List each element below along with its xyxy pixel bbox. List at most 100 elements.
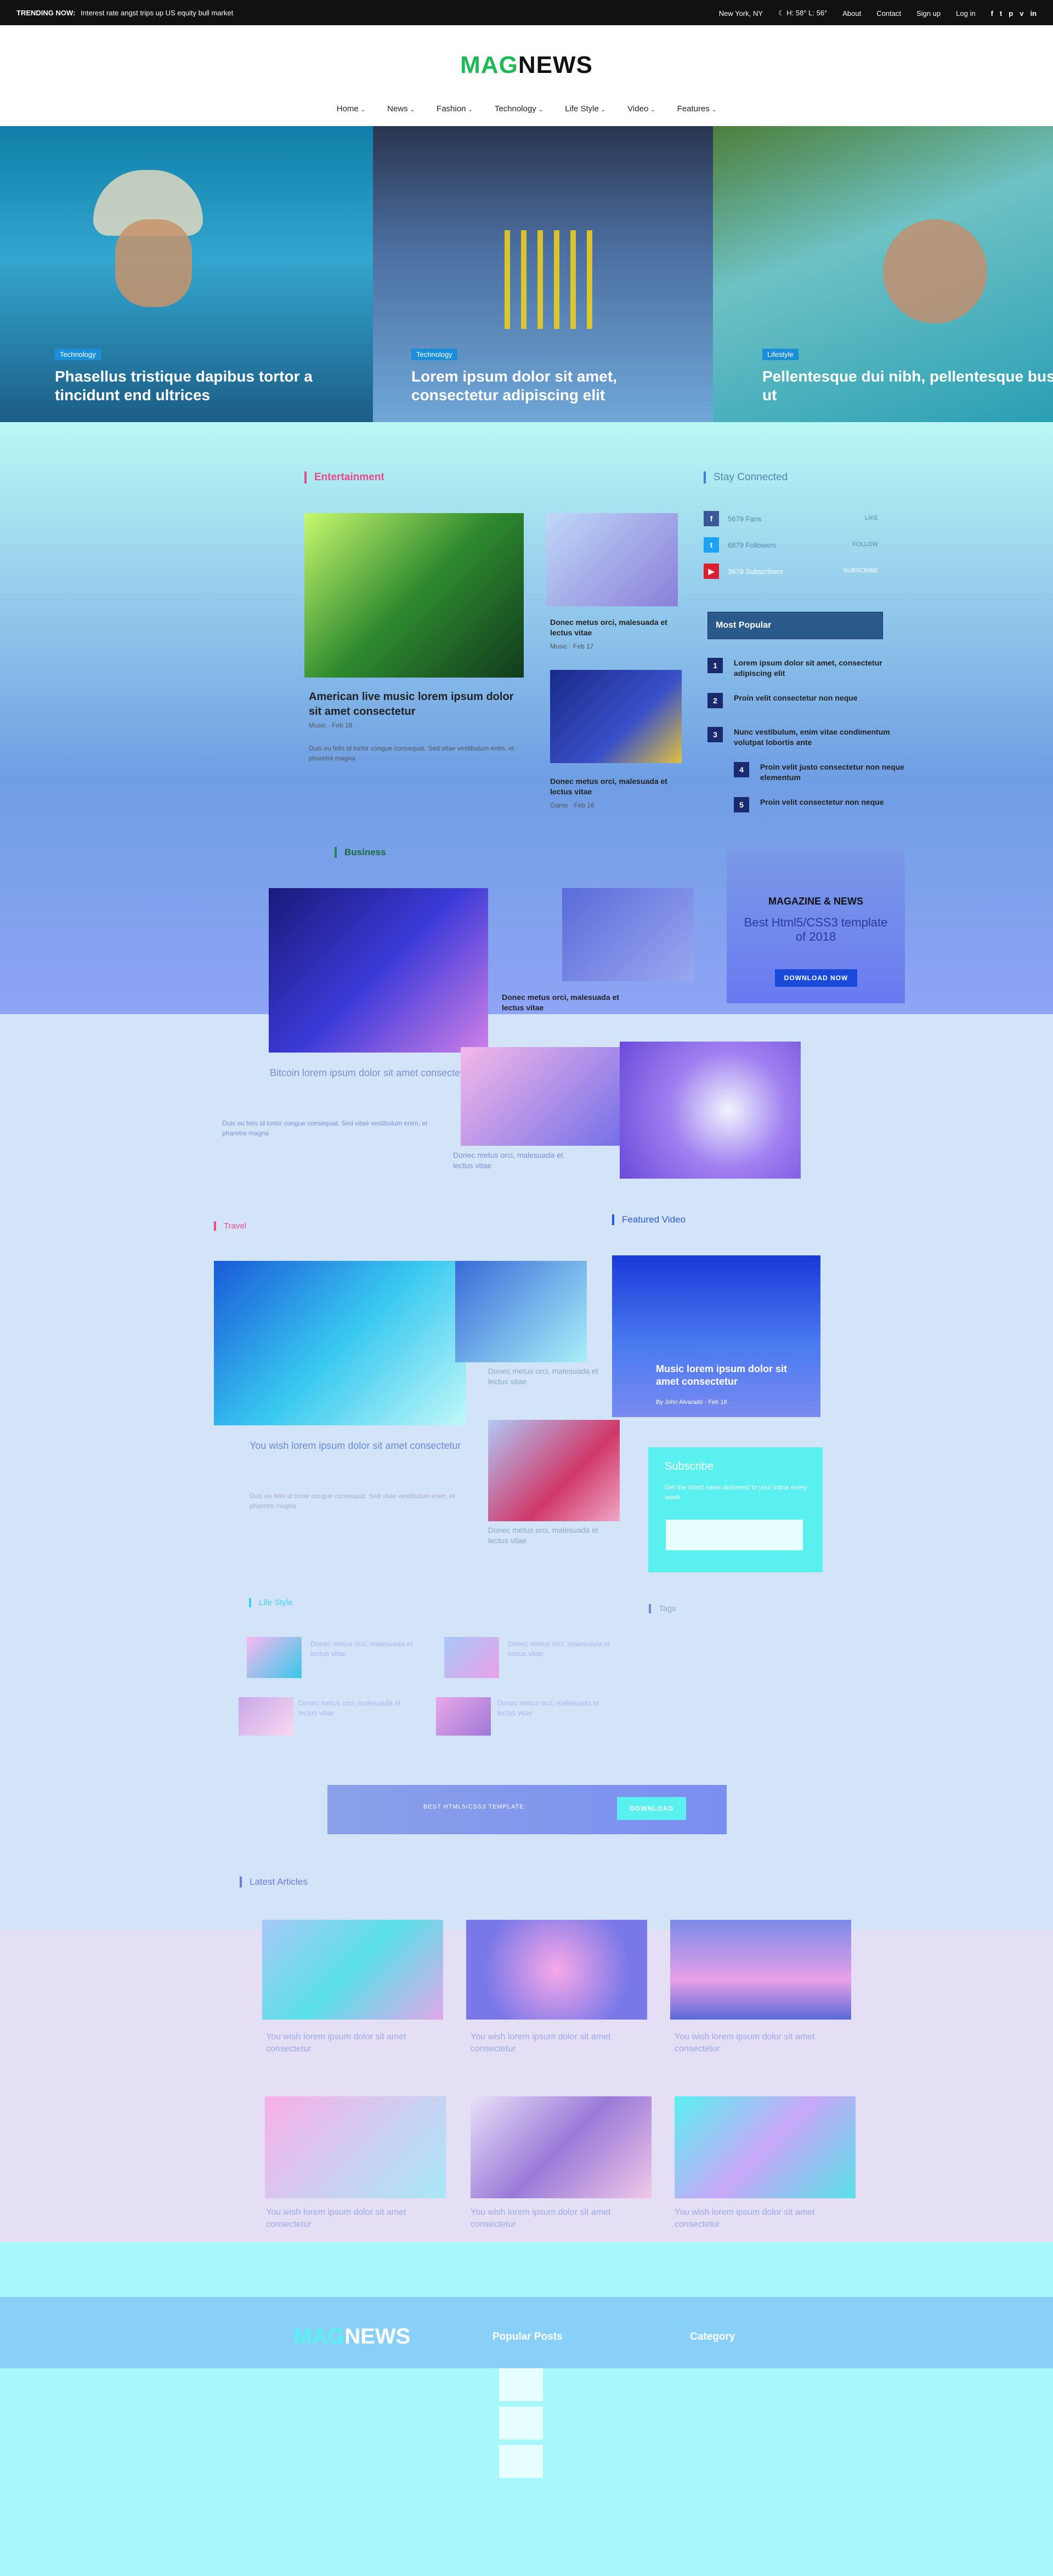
hero-tag[interactable]: Lifestyle [762,349,799,360]
hero-title[interactable]: Phasellus tristique dapibus tortor a tin… [55,367,351,404]
chevron-down-icon: ⌄ [360,107,366,113]
nav-item-video[interactable]: Video ⌄ [627,104,655,113]
article-title[interactable]: American live music lorem ipsum dolor si… [309,690,523,719]
face-shape [115,219,192,307]
article-thumb[interactable] [239,1697,293,1736]
vimeo-icon[interactable]: v [1020,9,1023,18]
nav-item-lifestyle[interactable]: Life Style ⌄ [565,104,605,113]
section-heading-travel: Travel [214,1221,246,1231]
nav-item-home[interactable]: Home ⌄ [337,104,365,113]
hero-title[interactable]: Lorem ipsum dolor sit amet, consectetur … [411,367,707,404]
chevron-down-icon: ⌄ [468,107,473,113]
hero-slide[interactable]: Lifestyle Pellentesque dui nibh, pellent… [713,126,1053,422]
nav-item-technology[interactable]: Technology ⌄ [495,104,543,113]
article-title[interactable]: Donec metus orci, malesuada et lectus vi… [502,992,628,1013]
article-thumb[interactable] [444,1637,499,1678]
article-image[interactable] [262,1920,443,2020]
nav-item-fashion[interactable]: Fashion ⌄ [437,104,473,113]
footer-post-thumb[interactable] [499,2445,543,2478]
article-title[interactable]: Donec metus orci, malesuada et lectus vi… [550,617,676,638]
top-link-login[interactable]: Log in [956,9,975,18]
sidebar-ad[interactable]: MAGAZINE & NEWS Best Html5/CSS3 template… [727,850,905,1003]
article-title[interactable]: You wish lorem ipsum dolor sit amet cons… [266,2031,431,2055]
footer-post-thumb[interactable] [499,2407,543,2439]
article-image[interactable] [562,888,694,981]
article-image[interactable] [265,2096,446,2198]
article-title[interactable]: You wish lorem ipsum dolor sit amet cons… [675,2031,839,2055]
hero-title[interactable]: Pellentesque dui nibh, pellentesque bus … [762,367,1053,404]
article-title[interactable]: Donec metus orci, malesuada et lectus vi… [488,1525,614,1546]
article-title[interactable]: Donec metus orci, malesuada et lectus vi… [508,1639,623,1658]
footer-logo-news: NEWS [344,2324,411,2348]
banner-ad[interactable]: BEST HTML5/CSS3 TEMPLATE DOWNLOAD [327,1785,727,1834]
nav-item-news[interactable]: News ⌄ [387,104,415,113]
article-image[interactable] [550,670,682,763]
hero-slide[interactable]: Technology Phasellus tristique dapibus t… [0,126,373,422]
article-title[interactable]: You wish lorem ipsum dolor sit amet cons… [471,2031,635,2055]
article-meta: Music · Feb 18 [309,721,353,729]
linkedin-icon[interactable]: in [1030,9,1037,18]
video-title[interactable]: Music lorem ipsum dolor sit amet consect… [656,1363,809,1389]
article-title[interactable]: You wish lorem ipsum dolor sit amet cons… [266,2207,431,2230]
top-link-contact[interactable]: Contact [876,9,901,18]
footer-logo-mag: MAG [293,2324,345,2348]
social-row-facebook[interactable]: f 5679 Fans LIKE [704,508,885,528]
article-excerpt: Duis eu felis id tortor congue consequat… [250,1492,455,1510]
article-thumb[interactable] [436,1697,491,1736]
section-heading-stay-connected: Stay Connected [704,471,788,484]
article-title[interactable]: Donec metus orci, malesuada et lectus vi… [488,1366,614,1387]
article-image[interactable] [546,513,678,606]
article-image[interactable] [269,888,488,1053]
clock-image [620,1042,801,1179]
article-excerpt: Duis eu felis id tortor congue consequat… [309,744,514,762]
article-image[interactable] [455,1261,587,1362]
article-image[interactable] [670,1920,851,2020]
article-title[interactable]: Donec metus orci, malesuada et lectus vi… [497,1698,612,1718]
article-title[interactable]: Donec metus orci, malesuada et lectus vi… [550,776,676,797]
banner-download-button[interactable]: DOWNLOAD [617,1797,686,1820]
weather-icon: ☾ [778,9,787,17]
article-title[interactable]: Donec metus orci, malesuada et lectus vi… [310,1639,426,1658]
top-link-signup[interactable]: Sign up [916,9,941,18]
pinterest-icon[interactable]: p [1009,9,1013,18]
site-footer: MAGNEWS Popular Posts Category [0,2242,1053,2576]
article-image[interactable] [471,2096,652,2198]
download-now-button[interactable]: DOWNLOAD NOW [775,969,857,987]
twitter-icon[interactable]: t [1000,9,1002,18]
youtube-icon: ▶ [704,564,719,579]
article-image[interactable] [461,1047,642,1146]
top-link-about[interactable]: About [842,9,861,18]
article-image[interactable] [488,1420,620,1521]
footer-logo[interactable]: MAGNEWS [293,2324,410,2349]
hero-slide[interactable]: Technology Lorem ipsum dolor sit amet, c… [373,126,713,422]
article-title[interactable]: You wish lorem ipsum dolor sit amet cons… [471,2207,635,2230]
site-logo[interactable]: MAGNEWS [0,52,1053,79]
video-thumbnail[interactable]: Music lorem ipsum dolor sit amet consect… [612,1255,820,1417]
article-image[interactable] [304,513,524,678]
social-row-youtube[interactable]: ▶ 3679 Subscribers SUBSCRIBE [704,560,885,581]
article-image[interactable] [466,1920,647,2020]
section-heading-most-popular: Most Popular [716,621,772,630]
hero-tag[interactable]: Technology [55,349,101,360]
subscribe-email-input[interactable] [666,1520,803,1550]
chevron-down-icon: ⌄ [538,107,544,113]
trending-label: TRENDING NOW: [16,9,76,17]
footer-post-thumb[interactable] [499,2368,543,2401]
like-button[interactable]: LIKE [865,515,878,521]
article-title[interactable]: Donec metus orci, malesuada et lectus vi… [453,1150,585,1171]
follow-button[interactable]: FOLLOW [853,541,878,548]
social-row-twitter[interactable]: t 6879 Followers FOLLOW [704,534,885,555]
article-title[interactable]: You wish lorem ipsum dolor sit amet cons… [250,1439,469,1452]
logo-part-news: NEWS [518,52,593,78]
nav-item-features[interactable]: Features ⌄ [677,104,717,113]
article-title[interactable]: Donec metus orci, malesuada et lectus vi… [298,1698,414,1718]
hero-tag[interactable]: Technology [411,349,457,360]
banner-text: BEST HTML5/CSS3 TEMPLATE [423,1804,524,1810]
trending-headline[interactable]: Interest rate angst trips up US equity b… [81,9,233,17]
article-title[interactable]: You wish lorem ipsum dolor sit amet cons… [675,2207,839,2230]
article-image[interactable] [675,2096,856,2198]
article-image[interactable] [214,1261,466,1425]
subscribe-button[interactable]: SUBSCRIBE [843,567,878,574]
article-thumb[interactable] [247,1637,302,1678]
facebook-icon[interactable]: f [991,9,993,18]
